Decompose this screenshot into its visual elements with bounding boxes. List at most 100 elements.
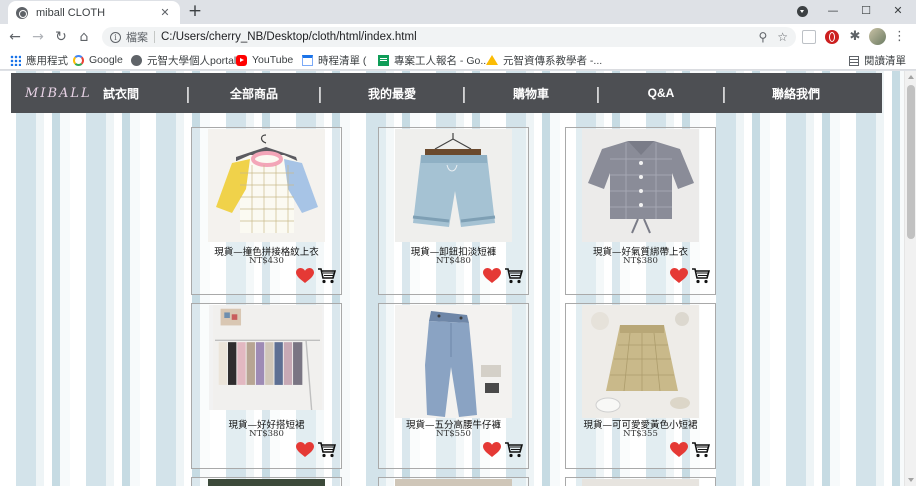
denim-jeans-photo bbox=[395, 305, 512, 418]
home-icon[interactable]: ⌂ bbox=[75, 28, 93, 46]
scroll-down-icon[interactable] bbox=[908, 478, 914, 482]
bookmark-label: 元智資傳系教學者 -... bbox=[503, 54, 603, 67]
bookmark-label: YouTube bbox=[252, 54, 294, 66]
back-arrow-icon[interactable]: ← bbox=[6, 28, 24, 46]
heart-icon[interactable] bbox=[670, 442, 688, 458]
forward-arrow-icon[interactable]: → bbox=[29, 28, 47, 46]
bookmark-portal[interactable]: 元智大學個人portal bbox=[131, 53, 236, 67]
minimize-button[interactable]: — bbox=[816, 0, 850, 22]
bookmark-apps[interactable]: 應用程式 bbox=[10, 53, 68, 67]
globe-icon bbox=[16, 6, 28, 19]
product-card[interactable]: 現貨—五分高腰牛仔褲 NT$550 bbox=[378, 303, 529, 469]
bookmark-star-icon[interactable]: ☆ bbox=[777, 30, 788, 44]
reading-list-icon bbox=[849, 55, 859, 66]
product-image-gingham-top[interactable] bbox=[582, 129, 699, 242]
extensions-puzzle-icon[interactable]: ✱ bbox=[848, 30, 862, 44]
page-scrollbar[interactable] bbox=[904, 71, 916, 486]
extension-icon[interactable] bbox=[802, 30, 816, 44]
scroll-up-icon[interactable] bbox=[908, 75, 914, 79]
nav-separator: | bbox=[317, 83, 323, 103]
product-card[interactable] bbox=[191, 477, 342, 486]
cart-icon[interactable] bbox=[505, 442, 523, 458]
cart-icon[interactable] bbox=[692, 268, 710, 284]
product-image-denim-shorts[interactable] bbox=[395, 129, 512, 242]
nav-cart[interactable]: 購物車 bbox=[471, 85, 591, 102]
product-card[interactable]: 現貨—撞色拼接格紋上衣 NT$430 bbox=[191, 127, 342, 295]
bookmark-drive[interactable]: 元智資傳系教學者 -... bbox=[486, 53, 602, 67]
product-image-yellow-plaid-skirt[interactable] bbox=[582, 305, 699, 418]
bookmark-label: 應用程式 bbox=[26, 54, 68, 67]
reading-list-label: 閱讀清單 bbox=[864, 55, 906, 67]
product-image[interactable] bbox=[208, 479, 325, 486]
heart-icon[interactable] bbox=[296, 268, 314, 284]
skirt-rack-photo bbox=[213, 305, 322, 410]
site-nav: MIBALL 試衣間 | 全部商品 | 我的最愛 | 購物車 | Q&A | 聯… bbox=[11, 73, 882, 113]
cart-icon[interactable] bbox=[318, 442, 336, 458]
google-icon bbox=[73, 54, 84, 66]
product-card[interactable]: 現貨—卸鈕扣淡短褲 NT$480 bbox=[378, 127, 529, 295]
product-price: NT$430 bbox=[249, 256, 284, 266]
tab-strip: miball CLOTH ✕ + — ☐ ✕ bbox=[0, 0, 916, 24]
cart-icon[interactable] bbox=[692, 442, 710, 458]
product-card[interactable] bbox=[565, 477, 716, 486]
cart-icon[interactable] bbox=[505, 268, 523, 284]
product-image-color-block-tee[interactable] bbox=[208, 129, 325, 242]
tab-search-icon[interactable] bbox=[797, 6, 808, 17]
product-image[interactable] bbox=[582, 479, 699, 486]
profile-avatar[interactable] bbox=[869, 28, 886, 45]
heart-icon[interactable] bbox=[670, 268, 688, 284]
address-url[interactable]: C:/Users/cherry_NB/Desktop/cloth/html/in… bbox=[161, 31, 748, 43]
drive-icon bbox=[486, 55, 498, 65]
heart-icon[interactable] bbox=[296, 442, 314, 458]
sheets-icon bbox=[378, 54, 389, 66]
bookmark-signup-form[interactable]: 專案工人報名 - Go... bbox=[378, 53, 489, 67]
nav-fitting-room[interactable]: 試衣間 bbox=[91, 85, 151, 102]
menu-dots-icon[interactable]: ⋮ bbox=[893, 28, 906, 45]
nav-contact[interactable]: 聯絡我們 bbox=[731, 85, 861, 102]
product-price: NT$550 bbox=[436, 429, 471, 439]
maximize-button[interactable]: ☐ bbox=[849, 0, 883, 22]
address-bar[interactable]: i 檔案 C:/Users/cherry_NB/Desktop/cloth/ht… bbox=[102, 27, 796, 47]
opera-extension-icon[interactable] bbox=[825, 30, 839, 44]
product-price: NT$380 bbox=[249, 429, 284, 439]
info-icon[interactable]: i bbox=[110, 31, 121, 43]
denim-shorts-photo bbox=[395, 129, 512, 242]
nav-qa[interactable]: Q&A bbox=[605, 86, 717, 100]
bookmark-google[interactable]: Google bbox=[73, 53, 123, 67]
nav-all-products[interactable]: 全部商品 bbox=[195, 85, 313, 102]
nav-separator: | bbox=[721, 83, 727, 103]
product-price: NT$380 bbox=[623, 256, 658, 266]
nav-separator: | bbox=[595, 83, 601, 103]
product-price: NT$480 bbox=[436, 256, 471, 266]
globe-icon bbox=[131, 54, 142, 66]
browser-toolbar: ← → ↻ ⌂ i 檔案 C:/Users/cherry_NB/Desktop/… bbox=[0, 24, 916, 50]
calendar-icon bbox=[302, 54, 313, 66]
bookmark-schedule[interactable]: 時程清單 ( bbox=[302, 53, 366, 67]
tab-title: miball CLOTH bbox=[36, 6, 106, 19]
close-tab-icon[interactable]: ✕ bbox=[158, 6, 172, 19]
scrollbar-thumb[interactable] bbox=[907, 85, 915, 239]
product-image-denim-jeans[interactable] bbox=[395, 305, 512, 418]
product-image-skirt-rack[interactable] bbox=[209, 305, 324, 410]
bookmark-youtube[interactable]: YouTube bbox=[236, 53, 293, 67]
youtube-icon bbox=[236, 54, 247, 66]
product-card[interactable]: 現貨—可可愛愛黃色小短裙 NT$355 bbox=[565, 303, 716, 469]
product-card[interactable]: 現貨—好氣質綁帶上衣 NT$380 bbox=[565, 127, 716, 295]
product-image[interactable] bbox=[395, 479, 512, 486]
browser-tab[interactable]: miball CLOTH ✕ bbox=[8, 1, 180, 24]
heart-icon[interactable] bbox=[483, 442, 501, 458]
close-window-button[interactable]: ✕ bbox=[881, 0, 915, 22]
nav-favorites[interactable]: 我的最愛 bbox=[327, 85, 457, 102]
zoom-icon[interactable]: ⚲ bbox=[758, 30, 767, 44]
reading-list[interactable]: 閱讀清單 bbox=[849, 53, 906, 68]
bookmark-label: 元智大學個人portal bbox=[147, 54, 237, 67]
cart-icon[interactable] bbox=[318, 268, 336, 284]
reload-icon[interactable]: ↻ bbox=[52, 28, 70, 46]
product-card[interactable] bbox=[378, 477, 529, 486]
nav-separator: | bbox=[185, 83, 191, 103]
new-tab-button[interactable]: + bbox=[186, 2, 204, 20]
apps-icon bbox=[10, 54, 21, 66]
heart-icon[interactable] bbox=[483, 268, 501, 284]
product-card[interactable]: 現貨—好好搭短裙 NT$380 bbox=[191, 303, 342, 469]
site-logo[interactable]: MIBALL bbox=[11, 86, 91, 101]
